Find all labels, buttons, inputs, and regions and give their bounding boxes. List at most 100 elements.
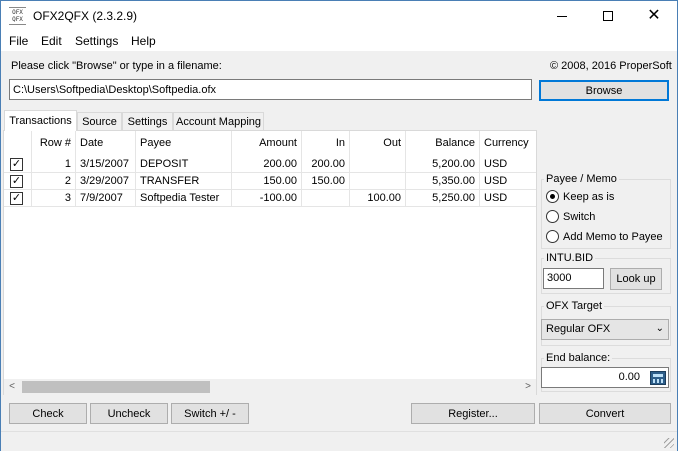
intu-bid-label: INTU.BID: [544, 252, 596, 264]
ofx-target-select[interactable]: Regular OFX ⌄: [541, 319, 669, 340]
copyright-label: © 2008, 2016 ProperSoft: [550, 60, 672, 72]
calculator-icon[interactable]: [650, 371, 666, 385]
row-number: 1: [32, 156, 76, 173]
radio-add-memo-to-payee[interactable]: Add Memo to Payee: [546, 230, 663, 243]
ofx-target-label: OFX Target: [544, 300, 605, 312]
close-icon: ✕: [647, 7, 661, 24]
grid-header-out[interactable]: Out: [350, 131, 406, 156]
table-row[interactable]: ✓ 1 3/15/2007 DEPOSIT 200.00 200.00 5,20…: [4, 156, 536, 173]
row-in: 200.00: [302, 156, 350, 173]
menu-file[interactable]: File: [9, 34, 28, 48]
radio-switch-control[interactable]: [546, 210, 559, 223]
radio-keep-as-is[interactable]: Keep as is: [546, 190, 614, 203]
scroll-left-icon[interactable]: <: [4, 379, 20, 395]
row-out: 100.00: [350, 190, 406, 207]
close-button[interactable]: ✕: [631, 1, 677, 31]
row-currency: USD: [480, 156, 536, 173]
row-balance: 5,350.00: [406, 173, 480, 190]
maximize-icon: [603, 11, 613, 21]
row-amount: 150.00: [232, 173, 302, 190]
table-row[interactable]: ✓ 2 3/29/2007 TRANSFER 150.00 150.00 5,3…: [4, 173, 536, 190]
row-check-cell: ✓: [4, 190, 32, 207]
radio-switch[interactable]: Switch: [546, 210, 595, 223]
radio-keep-as-is-label: Keep as is: [563, 190, 615, 203]
row-payee: DEPOSIT: [136, 156, 232, 173]
window-title: OFX2QFX (2.3.2.9): [33, 9, 138, 23]
maximize-button[interactable]: [585, 1, 631, 31]
convert-button[interactable]: Convert: [539, 403, 671, 424]
end-balance-label: End balance:: [544, 352, 613, 364]
row-checkbox[interactable]: ✓: [10, 158, 23, 171]
app-window: OFX QFX OFX2QFX (2.3.2.9) ✕ File Edit Se…: [0, 0, 678, 451]
app-logo-text-top: OFX: [12, 9, 23, 16]
row-date: 7/9/2007: [76, 190, 136, 207]
app-logo-text-bottom: QFX: [12, 16, 23, 23]
grid-header-in[interactable]: In: [302, 131, 350, 156]
menu-settings[interactable]: Settings: [75, 34, 118, 48]
tab-source[interactable]: Source: [77, 112, 122, 130]
tab-account-mapping[interactable]: Account Mapping: [173, 112, 264, 130]
menu-help[interactable]: Help: [131, 34, 156, 48]
row-number: 3: [32, 190, 76, 207]
row-check-cell: ✓: [4, 156, 32, 173]
title-bar: OFX QFX OFX2QFX (2.3.2.9) ✕: [1, 1, 677, 31]
row-balance: 5,250.00: [406, 190, 480, 207]
table-row[interactable]: ✓ 3 7/9/2007 Softpedia Tester -100.00 10…: [4, 190, 536, 207]
grid-header-check: [4, 131, 32, 156]
end-balance-input[interactable]: 0.00: [541, 367, 669, 388]
grid-header-currency[interactable]: Currency: [480, 131, 536, 156]
minimize-icon: [557, 15, 567, 17]
uncheck-button[interactable]: Uncheck: [90, 403, 168, 424]
horizontal-scrollbar[interactable]: < >: [4, 379, 536, 395]
radio-add-memo-control[interactable]: [546, 230, 559, 243]
row-date: 3/29/2007: [76, 173, 136, 190]
row-payee: Softpedia Tester: [136, 190, 232, 207]
row-check-cell: ✓: [4, 173, 32, 190]
grid-header-row-number[interactable]: Row #: [32, 131, 76, 156]
row-payee: TRANSFER: [136, 173, 232, 190]
end-balance-value: 0.00: [618, 371, 640, 383]
scroll-thumb[interactable]: [22, 381, 210, 393]
browse-button[interactable]: Browse: [539, 80, 669, 101]
look-up-button[interactable]: Look up: [610, 268, 662, 290]
radio-add-memo-label: Add Memo to Payee: [563, 230, 663, 243]
chevron-down-icon: ⌄: [655, 323, 664, 334]
row-checkbox[interactable]: ✓: [10, 192, 23, 205]
row-out: [350, 173, 406, 190]
file-path-input[interactable]: [9, 79, 532, 100]
resize-grip-icon[interactable]: [664, 438, 674, 448]
grid-header-date[interactable]: Date: [76, 131, 136, 156]
check-button[interactable]: Check: [9, 403, 87, 424]
status-bar: [1, 431, 677, 451]
tab-settings[interactable]: Settings: [122, 112, 173, 130]
switch-sign-button[interactable]: Switch +/ -: [171, 403, 249, 424]
row-out: [350, 156, 406, 173]
minimize-button[interactable]: [539, 1, 585, 31]
radio-keep-as-is-control[interactable]: [546, 190, 559, 203]
grid-header-row: Row # Date Payee Amount In Out Balance C…: [4, 131, 536, 156]
menu-edit[interactable]: Edit: [41, 34, 62, 48]
radio-switch-label: Switch: [563, 210, 596, 223]
row-currency: USD: [480, 190, 536, 207]
row-date: 3/15/2007: [76, 156, 136, 173]
transactions-grid: Row # Date Payee Amount In Out Balance C…: [3, 130, 537, 395]
row-amount: 200.00: [232, 156, 302, 173]
row-amount: -100.00: [232, 190, 302, 207]
row-currency: USD: [480, 173, 536, 190]
app-logo-icon: OFX QFX: [9, 7, 26, 25]
ofx-target-value: Regular OFX: [546, 323, 611, 335]
row-balance: 5,200.00: [406, 156, 480, 173]
row-number: 2: [32, 173, 76, 190]
grid-header-amount[interactable]: Amount: [232, 131, 302, 156]
scroll-right-icon[interactable]: >: [520, 379, 536, 395]
grid-header-payee[interactable]: Payee: [136, 131, 232, 156]
tab-transactions[interactable]: Transactions: [4, 110, 77, 131]
row-in: [302, 190, 350, 207]
intu-bid-input[interactable]: 3000: [543, 268, 604, 289]
menu-bar: File Edit Settings Help: [1, 31, 677, 51]
grid-header-balance[interactable]: Balance: [406, 131, 480, 156]
row-checkbox[interactable]: ✓: [10, 175, 23, 188]
filename-prompt-label: Please click "Browse" or type in a filen…: [11, 60, 222, 72]
register-button[interactable]: Register...: [411, 403, 535, 424]
payee-memo-label: Payee / Memo: [544, 173, 619, 185]
